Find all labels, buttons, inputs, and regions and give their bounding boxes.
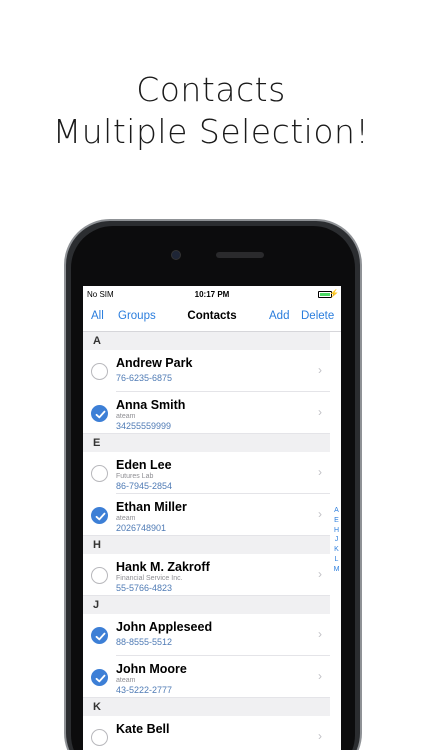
index-letter[interactable]: K — [332, 545, 341, 555]
front-camera — [171, 250, 181, 260]
section-header: K — [83, 698, 330, 716]
contact-name: Kate Bell — [116, 722, 170, 736]
contact-name: Anna Smith — [116, 398, 186, 412]
checkmark-icon[interactable] — [91, 669, 108, 686]
chevron-right-icon[interactable]: › — [318, 507, 322, 521]
selection-circle[interactable] — [91, 465, 108, 482]
selection-circle[interactable] — [91, 567, 108, 584]
index-letter[interactable]: L — [332, 555, 341, 565]
contact-name: Hank M. Zakroff — [116, 560, 210, 574]
status-time: 10:17 PM — [194, 290, 230, 299]
chevron-right-icon[interactable]: › — [318, 465, 322, 479]
contact-company: Financial Service Inc. — [116, 575, 183, 582]
app-screen: No SIM 10:17 PM ⚡ All Groups Contacts Ad… — [83, 286, 341, 750]
contact-phone: 34255559999 — [116, 421, 172, 431]
contact-phone: 43-5222-2777 — [116, 685, 173, 695]
index-letter[interactable]: H — [332, 526, 341, 536]
delete-button[interactable]: Delete — [301, 310, 334, 322]
contact-phone: 2026748901 — [116, 523, 167, 533]
headline-line-1: Contacts — [136, 70, 286, 109]
contact-phone: 76-6235-6875 — [116, 373, 173, 383]
contact-row[interactable]: Eden Lee Futures Lab 86-7945-2854 › — [83, 452, 330, 494]
chevron-right-icon[interactable]: › — [318, 567, 322, 581]
contact-row[interactable]: Hank M. Zakroff Financial Service Inc. 55-… — [83, 554, 330, 596]
contact-list[interactable]: A Andrew Park 76-6235-6875 › Anna Smith ateam… — [83, 332, 330, 750]
section-index[interactable]: AEHJKLM — [332, 506, 341, 575]
charging-bolt-icon: ⚡ — [329, 289, 339, 298]
status-bar: No SIM 10:17 PM ⚡ — [83, 286, 341, 302]
contact-name: John Appleseed — [116, 620, 213, 634]
contact-phone: 55-5766-4823 — [116, 583, 173, 593]
contact-company: ateam — [116, 413, 136, 420]
contact-name: Eden Lee — [116, 458, 172, 472]
contact-company: Futures Lab — [116, 473, 154, 480]
contact-name: Ethan Miller — [116, 500, 187, 514]
earpiece-speaker — [216, 252, 264, 258]
contact-row[interactable]: Kate Bell › — [83, 716, 330, 750]
index-letter[interactable]: A — [332, 506, 341, 516]
contact-row[interactable]: Anna Smith ateam 34255559999 › — [83, 392, 330, 434]
contact-row[interactable]: John Appleseed 88-8555-5512 › — [83, 614, 330, 656]
chevron-right-icon[interactable]: › — [318, 669, 322, 683]
section-header: E — [83, 434, 330, 452]
add-button[interactable]: Add — [269, 310, 289, 322]
contact-row[interactable]: Ethan Miller ateam 2026748901 › — [83, 494, 330, 536]
headline-line-2: Multiple Selection! — [52, 112, 370, 151]
section-header: A — [83, 332, 330, 350]
section-header: J — [83, 596, 330, 614]
contact-row[interactable]: Andrew Park 76-6235-6875 › — [83, 350, 330, 392]
contact-phone: 86-7945-2854 — [116, 481, 173, 491]
selection-circle[interactable] — [91, 729, 108, 746]
contact-company: ateam — [116, 515, 136, 522]
index-letter[interactable]: E — [332, 516, 341, 526]
checkmark-icon[interactable] — [91, 627, 108, 644]
chevron-right-icon[interactable]: › — [318, 405, 322, 419]
index-letter[interactable]: M — [332, 565, 341, 575]
contact-row[interactable]: John Moore ateam 43-5222-2777 › — [83, 656, 330, 698]
contact-name: John Moore — [116, 662, 187, 676]
checkmark-icon[interactable] — [91, 405, 108, 422]
checkmark-icon[interactable] — [91, 507, 108, 524]
index-letter[interactable]: J — [332, 535, 341, 545]
selection-circle[interactable] — [91, 363, 108, 380]
section-header: H — [83, 536, 330, 554]
contact-phone: 88-8555-5512 — [116, 637, 173, 647]
navigation-bar: All Groups Contacts Add Delete — [83, 304, 341, 332]
chevron-right-icon[interactable]: › — [318, 627, 322, 641]
chevron-right-icon[interactable]: › — [318, 729, 322, 743]
chevron-right-icon[interactable]: › — [318, 363, 322, 377]
contact-name: Andrew Park — [116, 356, 193, 370]
contact-company: ateam — [116, 677, 136, 684]
